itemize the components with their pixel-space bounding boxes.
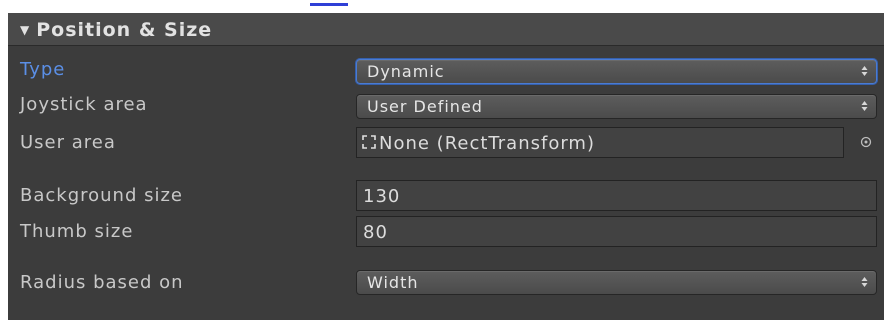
joystick-area-dropdown-value: User Defined	[367, 97, 483, 116]
rect-transform-icon	[362, 135, 376, 149]
joystick-area-dropdown[interactable]: User Defined	[356, 94, 877, 119]
object-picker-icon[interactable]	[860, 136, 872, 148]
type-label: Type	[20, 59, 66, 80]
top-strip	[0, 0, 884, 8]
type-dropdown-value: Dynamic	[367, 62, 445, 81]
user-area-value: None (RectTransform)	[379, 133, 595, 154]
thumb-size-value: 80	[363, 222, 388, 243]
inspector-panel: ▼ Position & Size Type Dynamic Joystick a…	[8, 13, 884, 320]
radius-based-on-dropdown[interactable]: Width	[356, 270, 877, 295]
user-area-object-field[interactable]: None (RectTransform)	[356, 127, 844, 158]
dropdown-arrows-icon	[861, 66, 868, 76]
section-title-text: Position & Size	[36, 19, 213, 41]
section-title: ▼ Position & Size	[20, 19, 212, 41]
background-size-field[interactable]: 130	[356, 180, 877, 211]
top-link-underline[interactable]	[310, 3, 348, 6]
radius-based-on-label: Radius based on	[20, 272, 184, 293]
section-header[interactable]: ▼ Position & Size	[8, 13, 884, 46]
thumb-size-field[interactable]: 80	[356, 216, 877, 247]
joystick-area-label: Joystick area	[20, 94, 148, 115]
dropdown-arrows-icon	[861, 101, 868, 111]
dropdown-arrows-icon	[861, 277, 868, 287]
thumb-size-label: Thumb size	[20, 221, 134, 242]
background-size-value: 130	[363, 186, 401, 207]
radius-based-on-dropdown-value: Width	[367, 273, 419, 292]
expand-triangle-icon[interactable]: ▼	[20, 23, 30, 37]
user-area-label: User area	[20, 132, 116, 153]
type-dropdown[interactable]: Dynamic	[356, 59, 877, 84]
background-size-label: Background size	[20, 185, 184, 206]
